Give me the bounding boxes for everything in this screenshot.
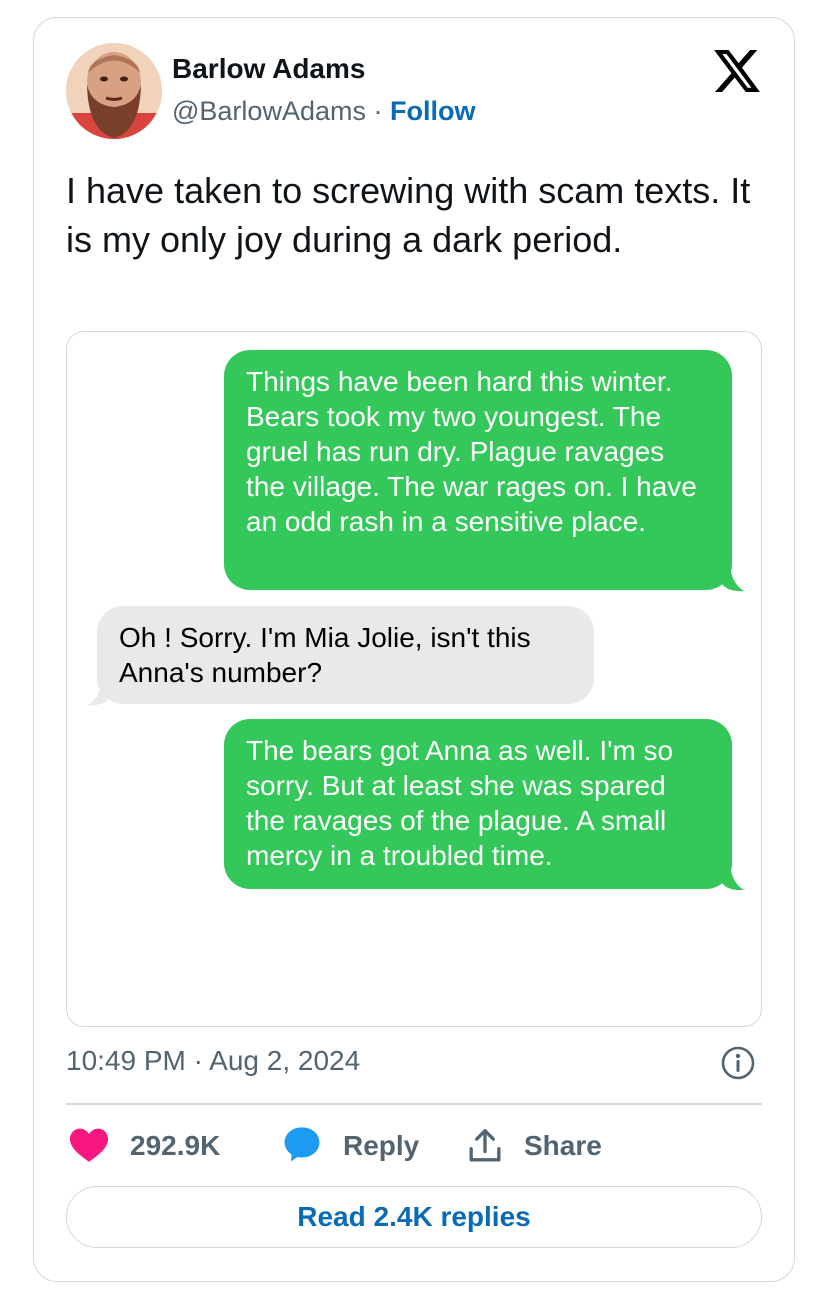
read-replies-button[interactable]: Read 2.4K replies bbox=[66, 1186, 762, 1248]
avatar[interactable] bbox=[66, 43, 162, 139]
tweet-text: I have taken to screwing with scam texts… bbox=[66, 170, 751, 260]
share-label: Share bbox=[524, 1130, 602, 1161]
tweet-timestamp[interactable]: 10:49 PM · Aug 2, 2024 bbox=[66, 1045, 360, 1077]
message-bubble-outgoing: Things have been hard this winter. Bears… bbox=[224, 350, 732, 590]
reply-label: Reply bbox=[343, 1130, 420, 1161]
share-icon bbox=[468, 1128, 524, 1164]
bubble-tail-outgoing bbox=[722, 865, 744, 891]
reply-button[interactable]: Reply bbox=[283, 1124, 419, 1168]
heart-icon bbox=[70, 1128, 130, 1164]
author-handle[interactable]: @BarlowAdams bbox=[172, 96, 366, 126]
bubble-tail-outgoing bbox=[722, 566, 744, 592]
handle-separator: · bbox=[365, 96, 390, 126]
tweet-media-screenshot[interactable]: Things have been hard this winter. Bears… bbox=[66, 331, 762, 1027]
info-icon[interactable] bbox=[720, 1045, 756, 1081]
like-count: 292.9K bbox=[130, 1130, 221, 1161]
divider bbox=[66, 1103, 762, 1105]
author-handle-line: @BarlowAdams · Follow bbox=[172, 96, 475, 127]
author-name[interactable]: Barlow Adams bbox=[172, 53, 365, 85]
follow-button[interactable]: Follow bbox=[390, 96, 475, 126]
bubble-tail-incoming bbox=[88, 680, 110, 706]
share-button[interactable]: Share bbox=[468, 1124, 602, 1168]
like-button[interactable]: 292.9K bbox=[70, 1124, 220, 1168]
reply-icon bbox=[283, 1125, 321, 1163]
message-bubble-outgoing: The bears got Anna as well. I'm so sorry… bbox=[224, 719, 732, 889]
message-bubble-incoming: Oh ! Sorry. I'm Mia Jolie, isn't this An… bbox=[97, 606, 594, 704]
x-logo-icon[interactable] bbox=[714, 50, 760, 92]
